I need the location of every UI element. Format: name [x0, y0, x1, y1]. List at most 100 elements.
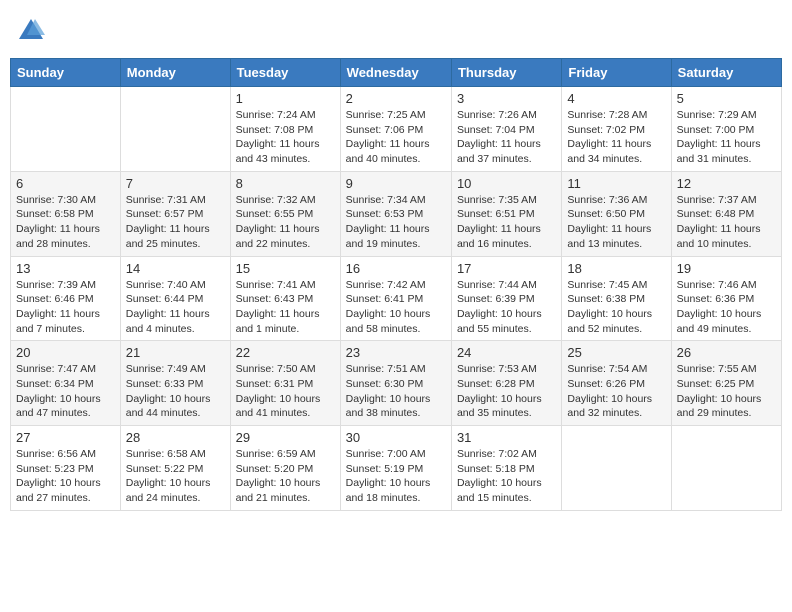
cell-info: Sunrise: 7:35 AM Sunset: 6:51 PM Dayligh…: [457, 193, 556, 252]
day-number: 2: [346, 91, 446, 106]
calendar-cell: 3Sunrise: 7:26 AM Sunset: 7:04 PM Daylig…: [451, 87, 561, 172]
weekday-header-monday: Monday: [120, 59, 230, 87]
calendar-cell: 7 Sunrise: 7:31 AM Sunset: 6:57 PM Daylig…: [120, 171, 230, 256]
logo-icon: [17, 15, 45, 43]
calendar-cell: 19Sunrise: 7:46 AM Sunset: 6:36 PM Dayli…: [671, 256, 781, 341]
cell-info: Sunrise: 6:58 AM Sunset: 5:22 PM Dayligh…: [126, 447, 225, 506]
day-number: 10: [457, 176, 556, 191]
cell-info: Sunrise: 7:55 AM Sunset: 6:25 PM Dayligh…: [677, 362, 776, 421]
cell-info: Sunrise: 7:24 AM Sunset: 7:08 PM Dayligh…: [236, 108, 335, 167]
calendar-cell: 24 Sunrise: 7:53 AM Sunset: 6:28 PM Dayli…: [451, 341, 561, 426]
calendar-cell: 4 Sunrise: 7:28 AM Sunset: 7:02 PM Daylig…: [562, 87, 671, 172]
day-number: 11: [567, 176, 665, 191]
day-number: 26: [677, 345, 776, 360]
day-number: 13: [16, 261, 115, 276]
day-number: 17: [457, 261, 556, 276]
cell-info: Sunrise: 7:40 AM Sunset: 6:44 PM Dayligh…: [126, 278, 225, 337]
calendar-week-3: 13 Sunrise: 7:39 AM Sunset: 6:46 PM Dayli…: [11, 256, 782, 341]
day-number: 22: [236, 345, 335, 360]
cell-info: Sunrise: 6:56 AM Sunset: 5:23 PM Dayligh…: [16, 447, 115, 506]
weekday-header-wednesday: Wednesday: [340, 59, 451, 87]
weekday-header-thursday: Thursday: [451, 59, 561, 87]
calendar-cell: [120, 87, 230, 172]
day-number: 18: [567, 261, 665, 276]
calendar-week-2: 6 Sunrise: 7:30 AM Sunset: 6:58 PM Daylig…: [11, 171, 782, 256]
calendar-cell: 16 Sunrise: 7:42 AM Sunset: 6:41 PM Dayli…: [340, 256, 451, 341]
cell-info: Sunrise: 7:49 AM Sunset: 6:33 PM Dayligh…: [126, 362, 225, 421]
cell-info: Sunrise: 7:39 AM Sunset: 6:46 PM Dayligh…: [16, 278, 115, 337]
day-number: 27: [16, 430, 115, 445]
day-number: 23: [346, 345, 446, 360]
cell-info: Sunrise: 7:53 AM Sunset: 6:28 PM Dayligh…: [457, 362, 556, 421]
calendar-cell: [671, 426, 781, 511]
day-number: 14: [126, 261, 225, 276]
day-number: 20: [16, 345, 115, 360]
cell-info: Sunrise: 7:00 AM Sunset: 5:19 PM Dayligh…: [346, 447, 446, 506]
cell-info: Sunrise: 7:02 AM Sunset: 5:18 PM Dayligh…: [457, 447, 556, 506]
page-header: [10, 10, 782, 48]
calendar-cell: 9 Sunrise: 7:34 AM Sunset: 6:53 PM Daylig…: [340, 171, 451, 256]
day-number: 6: [16, 176, 115, 191]
day-number: 16: [346, 261, 446, 276]
day-number: 5: [677, 91, 776, 106]
calendar-week-1: 1 Sunrise: 7:24 AM Sunset: 7:08 PM Daylig…: [11, 87, 782, 172]
weekday-header-tuesday: Tuesday: [230, 59, 340, 87]
cell-info: Sunrise: 7:44 AM Sunset: 6:39 PM Dayligh…: [457, 278, 556, 337]
calendar-cell: 14 Sunrise: 7:40 AM Sunset: 6:44 PM Dayli…: [120, 256, 230, 341]
calendar-week-4: 20 Sunrise: 7:47 AM Sunset: 6:34 PM Dayli…: [11, 341, 782, 426]
weekday-header-friday: Friday: [562, 59, 671, 87]
calendar-cell: 31Sunrise: 7:02 AM Sunset: 5:18 PM Dayli…: [451, 426, 561, 511]
calendar-cell: 12Sunrise: 7:37 AM Sunset: 6:48 PM Dayli…: [671, 171, 781, 256]
day-number: 28: [126, 430, 225, 445]
calendar-cell: 26 Sunrise: 7:55 AM Sunset: 6:25 PM Dayli…: [671, 341, 781, 426]
calendar-cell: [11, 87, 121, 172]
day-number: 15: [236, 261, 335, 276]
calendar-cell: 23 Sunrise: 7:51 AM Sunset: 6:30 PM Dayli…: [340, 341, 451, 426]
calendar-cell: 30 Sunrise: 7:00 AM Sunset: 5:19 PM Dayli…: [340, 426, 451, 511]
calendar-cell: 13 Sunrise: 7:39 AM Sunset: 6:46 PM Dayli…: [11, 256, 121, 341]
cell-info: Sunrise: 7:46 AM Sunset: 6:36 PM Dayligh…: [677, 278, 776, 337]
day-number: 7: [126, 176, 225, 191]
cell-info: Sunrise: 7:42 AM Sunset: 6:41 PM Dayligh…: [346, 278, 446, 337]
cell-info: Sunrise: 7:28 AM Sunset: 7:02 PM Dayligh…: [567, 108, 665, 167]
calendar-table: SundayMondayTuesdayWednesdayThursdayFrid…: [10, 58, 782, 511]
day-number: 1: [236, 91, 335, 106]
calendar-cell: 1 Sunrise: 7:24 AM Sunset: 7:08 PM Daylig…: [230, 87, 340, 172]
day-number: 21: [126, 345, 225, 360]
cell-info: Sunrise: 7:29 AM Sunset: 7:00 PM Dayligh…: [677, 108, 776, 167]
weekday-header-sunday: Sunday: [11, 59, 121, 87]
cell-info: Sunrise: 7:31 AM Sunset: 6:57 PM Dayligh…: [126, 193, 225, 252]
cell-info: Sunrise: 7:25 AM Sunset: 7:06 PM Dayligh…: [346, 108, 446, 167]
calendar-cell: 5 Sunrise: 7:29 AM Sunset: 7:00 PM Daylig…: [671, 87, 781, 172]
cell-info: Sunrise: 7:50 AM Sunset: 6:31 PM Dayligh…: [236, 362, 335, 421]
calendar-cell: 6 Sunrise: 7:30 AM Sunset: 6:58 PM Daylig…: [11, 171, 121, 256]
cell-info: Sunrise: 7:45 AM Sunset: 6:38 PM Dayligh…: [567, 278, 665, 337]
day-number: 30: [346, 430, 446, 445]
day-number: 9: [346, 176, 446, 191]
day-number: 8: [236, 176, 335, 191]
day-number: 4: [567, 91, 665, 106]
weekday-header-saturday: Saturday: [671, 59, 781, 87]
calendar-cell: 17 Sunrise: 7:44 AM Sunset: 6:39 PM Dayli…: [451, 256, 561, 341]
calendar-cell: 21 Sunrise: 7:49 AM Sunset: 6:33 PM Dayli…: [120, 341, 230, 426]
calendar-cell: 29 Sunrise: 6:59 AM Sunset: 5:20 PM Dayli…: [230, 426, 340, 511]
logo: [15, 15, 45, 48]
calendar-cell: 18 Sunrise: 7:45 AM Sunset: 6:38 PM Dayli…: [562, 256, 671, 341]
calendar-cell: 20 Sunrise: 7:47 AM Sunset: 6:34 PM Dayli…: [11, 341, 121, 426]
cell-info: Sunrise: 7:30 AM Sunset: 6:58 PM Dayligh…: [16, 193, 115, 252]
calendar-cell: 15Sunrise: 7:41 AM Sunset: 6:43 PM Dayli…: [230, 256, 340, 341]
cell-info: Sunrise: 7:47 AM Sunset: 6:34 PM Dayligh…: [16, 362, 115, 421]
day-number: 3: [457, 91, 556, 106]
cell-info: Sunrise: 7:51 AM Sunset: 6:30 PM Dayligh…: [346, 362, 446, 421]
calendar-cell: 2 Sunrise: 7:25 AM Sunset: 7:06 PM Daylig…: [340, 87, 451, 172]
calendar-header-row: SundayMondayTuesdayWednesdayThursdayFrid…: [11, 59, 782, 87]
cell-info: Sunrise: 7:34 AM Sunset: 6:53 PM Dayligh…: [346, 193, 446, 252]
calendar-cell: 28 Sunrise: 6:58 AM Sunset: 5:22 PM Dayli…: [120, 426, 230, 511]
day-number: 29: [236, 430, 335, 445]
calendar-week-5: 27 Sunrise: 6:56 AM Sunset: 5:23 PM Dayli…: [11, 426, 782, 511]
calendar-cell: 10 Sunrise: 7:35 AM Sunset: 6:51 PM Dayli…: [451, 171, 561, 256]
cell-info: Sunrise: 6:59 AM Sunset: 5:20 PM Dayligh…: [236, 447, 335, 506]
day-number: 24: [457, 345, 556, 360]
calendar-cell: 27 Sunrise: 6:56 AM Sunset: 5:23 PM Dayli…: [11, 426, 121, 511]
cell-info: Sunrise: 7:36 AM Sunset: 6:50 PM Dayligh…: [567, 193, 665, 252]
